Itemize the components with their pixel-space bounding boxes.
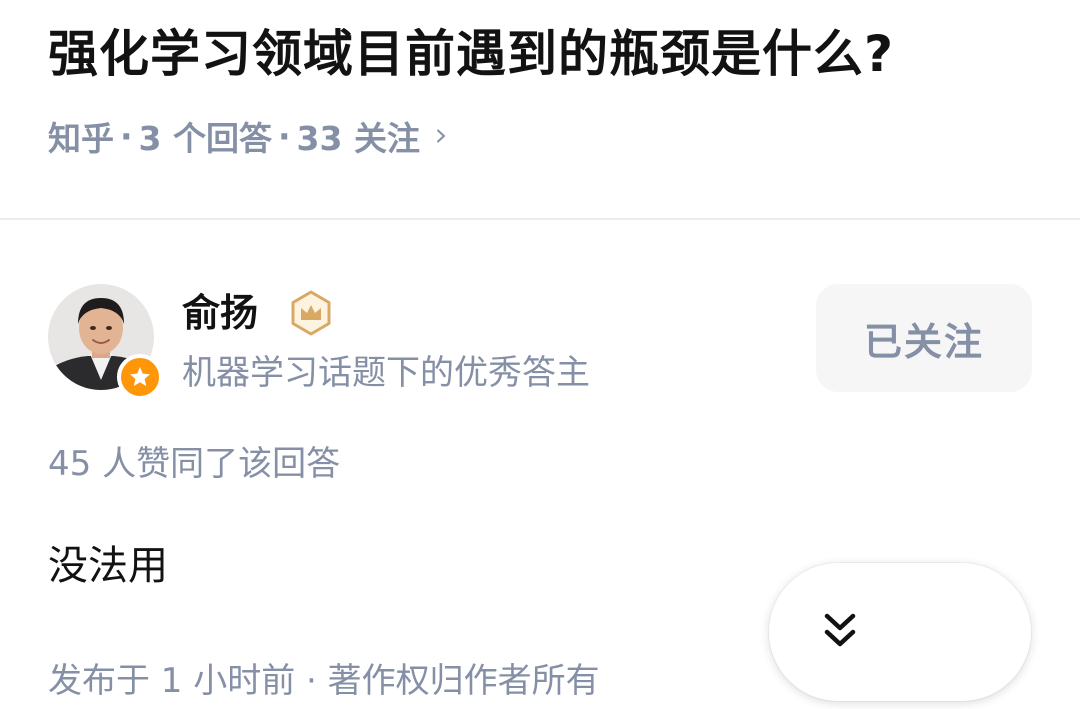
section-divider [0, 218, 1080, 220]
meta-separator: · [120, 116, 133, 156]
scroll-down-button[interactable] [769, 563, 1031, 701]
crown-icon [291, 290, 331, 336]
answer-content: 没法用 [48, 543, 168, 589]
question-title: 强化学习领域目前遇到的瓶颈是什么? [48, 25, 895, 83]
meta-separator: · [278, 116, 291, 156]
followers-count: 33 关注 [296, 119, 420, 158]
author-name[interactable]: 俞扬 [182, 288, 258, 338]
question-meta-link[interactable]: 知乎 · 3 个回答 · 33 关注 [48, 112, 448, 160]
star-icon [117, 354, 163, 400]
follow-button[interactable]: 已关注 [816, 284, 1032, 392]
chevron-right-icon [436, 129, 445, 143]
author-description: 机器学习话题下的优秀答主 [182, 353, 590, 393]
double-chevron-down-icon [824, 613, 856, 647]
source-label: 知乎 [48, 119, 114, 158]
answers-count: 3 个回答 [138, 119, 272, 158]
answer-timestamp: 发布于 1 小时前 · 著作权归作者所有 [48, 661, 600, 701]
vote-count[interactable]: 45 人赞同了该回答 [48, 441, 340, 487]
